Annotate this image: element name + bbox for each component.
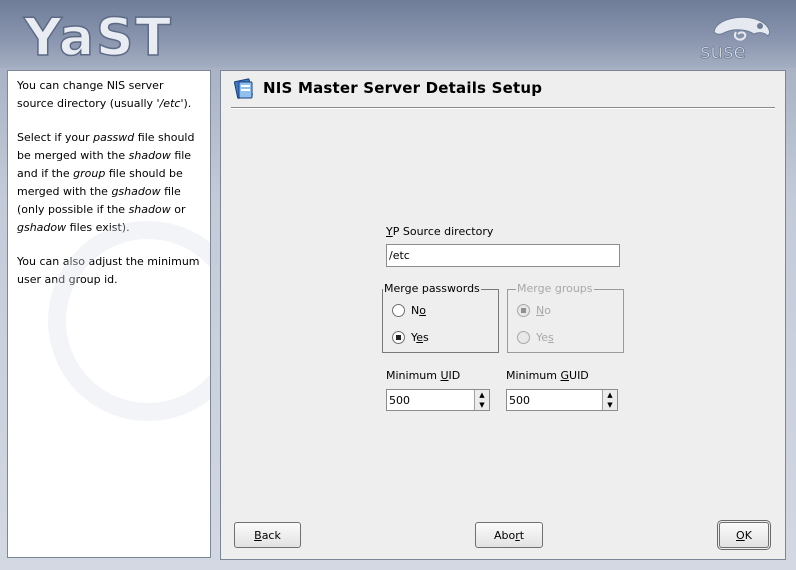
back-button[interactable]: Back [234,522,301,548]
yp-source-directory-input[interactable] [386,244,620,267]
merge-groups-no-radio[interactable]: No [517,304,551,317]
yast-logo: YaST [22,8,173,64]
suse-chameleon-logo: suse [700,16,771,62]
yp-source-label: YP Source directory [386,225,494,238]
help-run: '). [180,97,192,110]
radio-indicator [392,331,405,344]
help-emphasis: /etc [159,97,181,110]
radio-label: Yes [536,331,554,344]
merge-groups-group: Merge groups No Yes [507,282,624,353]
help-emphasis: shadow [128,203,171,216]
ok-button[interactable]: OK [719,522,769,548]
spin-down-icon[interactable]: ▼ [603,400,617,410]
nis-server-icon [233,78,253,99]
help-emphasis: group [73,167,106,180]
help-run: or [170,203,186,216]
help-paragraph: Select if your passwd file should be mer… [17,129,202,237]
merge-groups-yes-radio[interactable]: Yes [517,331,554,344]
minimum-uid-label: Minimum UID [386,369,461,382]
spin-arrows: ▲ ▼ [474,390,489,410]
spin-up-icon[interactable]: ▲ [603,390,617,400]
radio-indicator [517,331,530,344]
merge-passwords-group: Merge passwords No Yes [382,282,499,353]
dialog-title: NIS Master Server Details Setup [263,79,543,97]
minimum-uid-spinbox[interactable]: ▲ ▼ [386,389,490,411]
minimum-guid-label: Minimum GUID [506,369,589,382]
help-emphasis: shadow [128,149,171,162]
radio-indicator [392,304,405,317]
abort-button[interactable]: Abo r t [475,522,543,548]
svg-text:YaST: YaST [23,8,173,64]
radio-label: No [411,304,426,317]
help-run: Select if your [17,131,94,144]
help-panel[interactable]: You can change NIS server source directo… [7,70,211,558]
merge-passwords-yes-radio[interactable]: Yes [392,331,429,344]
radio-indicator [517,304,530,317]
help-emphasis: gshadow [111,185,161,198]
merge-passwords-no-radio[interactable]: No [392,304,426,317]
yast-banner: YaST suse [0,0,796,68]
spin-arrows: ▲ ▼ [602,390,617,410]
svg-text:suse: suse [700,39,746,62]
radio-label: Yes [411,331,429,344]
dialog-main: NIS Master Server Details Setup YP Sourc… [220,70,786,560]
help-emphasis: gshadow [17,221,67,234]
merge-passwords-label: Merge passwords [383,282,481,296]
minimum-guid-input[interactable] [507,390,602,410]
minimum-guid-spinbox[interactable]: ▲ ▼ [506,389,618,411]
help-run: You can change NIS server source directo… [17,79,164,110]
title-divider [231,107,775,109]
merge-groups-label: Merge groups [516,282,594,296]
help-emphasis: passwd [93,131,135,144]
minimum-uid-input[interactable] [387,390,474,410]
radio-label: No [536,304,551,317]
spin-up-icon[interactable]: ▲ [475,390,489,400]
spin-down-icon[interactable]: ▼ [475,400,489,410]
help-paragraph: You can change NIS server source directo… [17,77,202,113]
